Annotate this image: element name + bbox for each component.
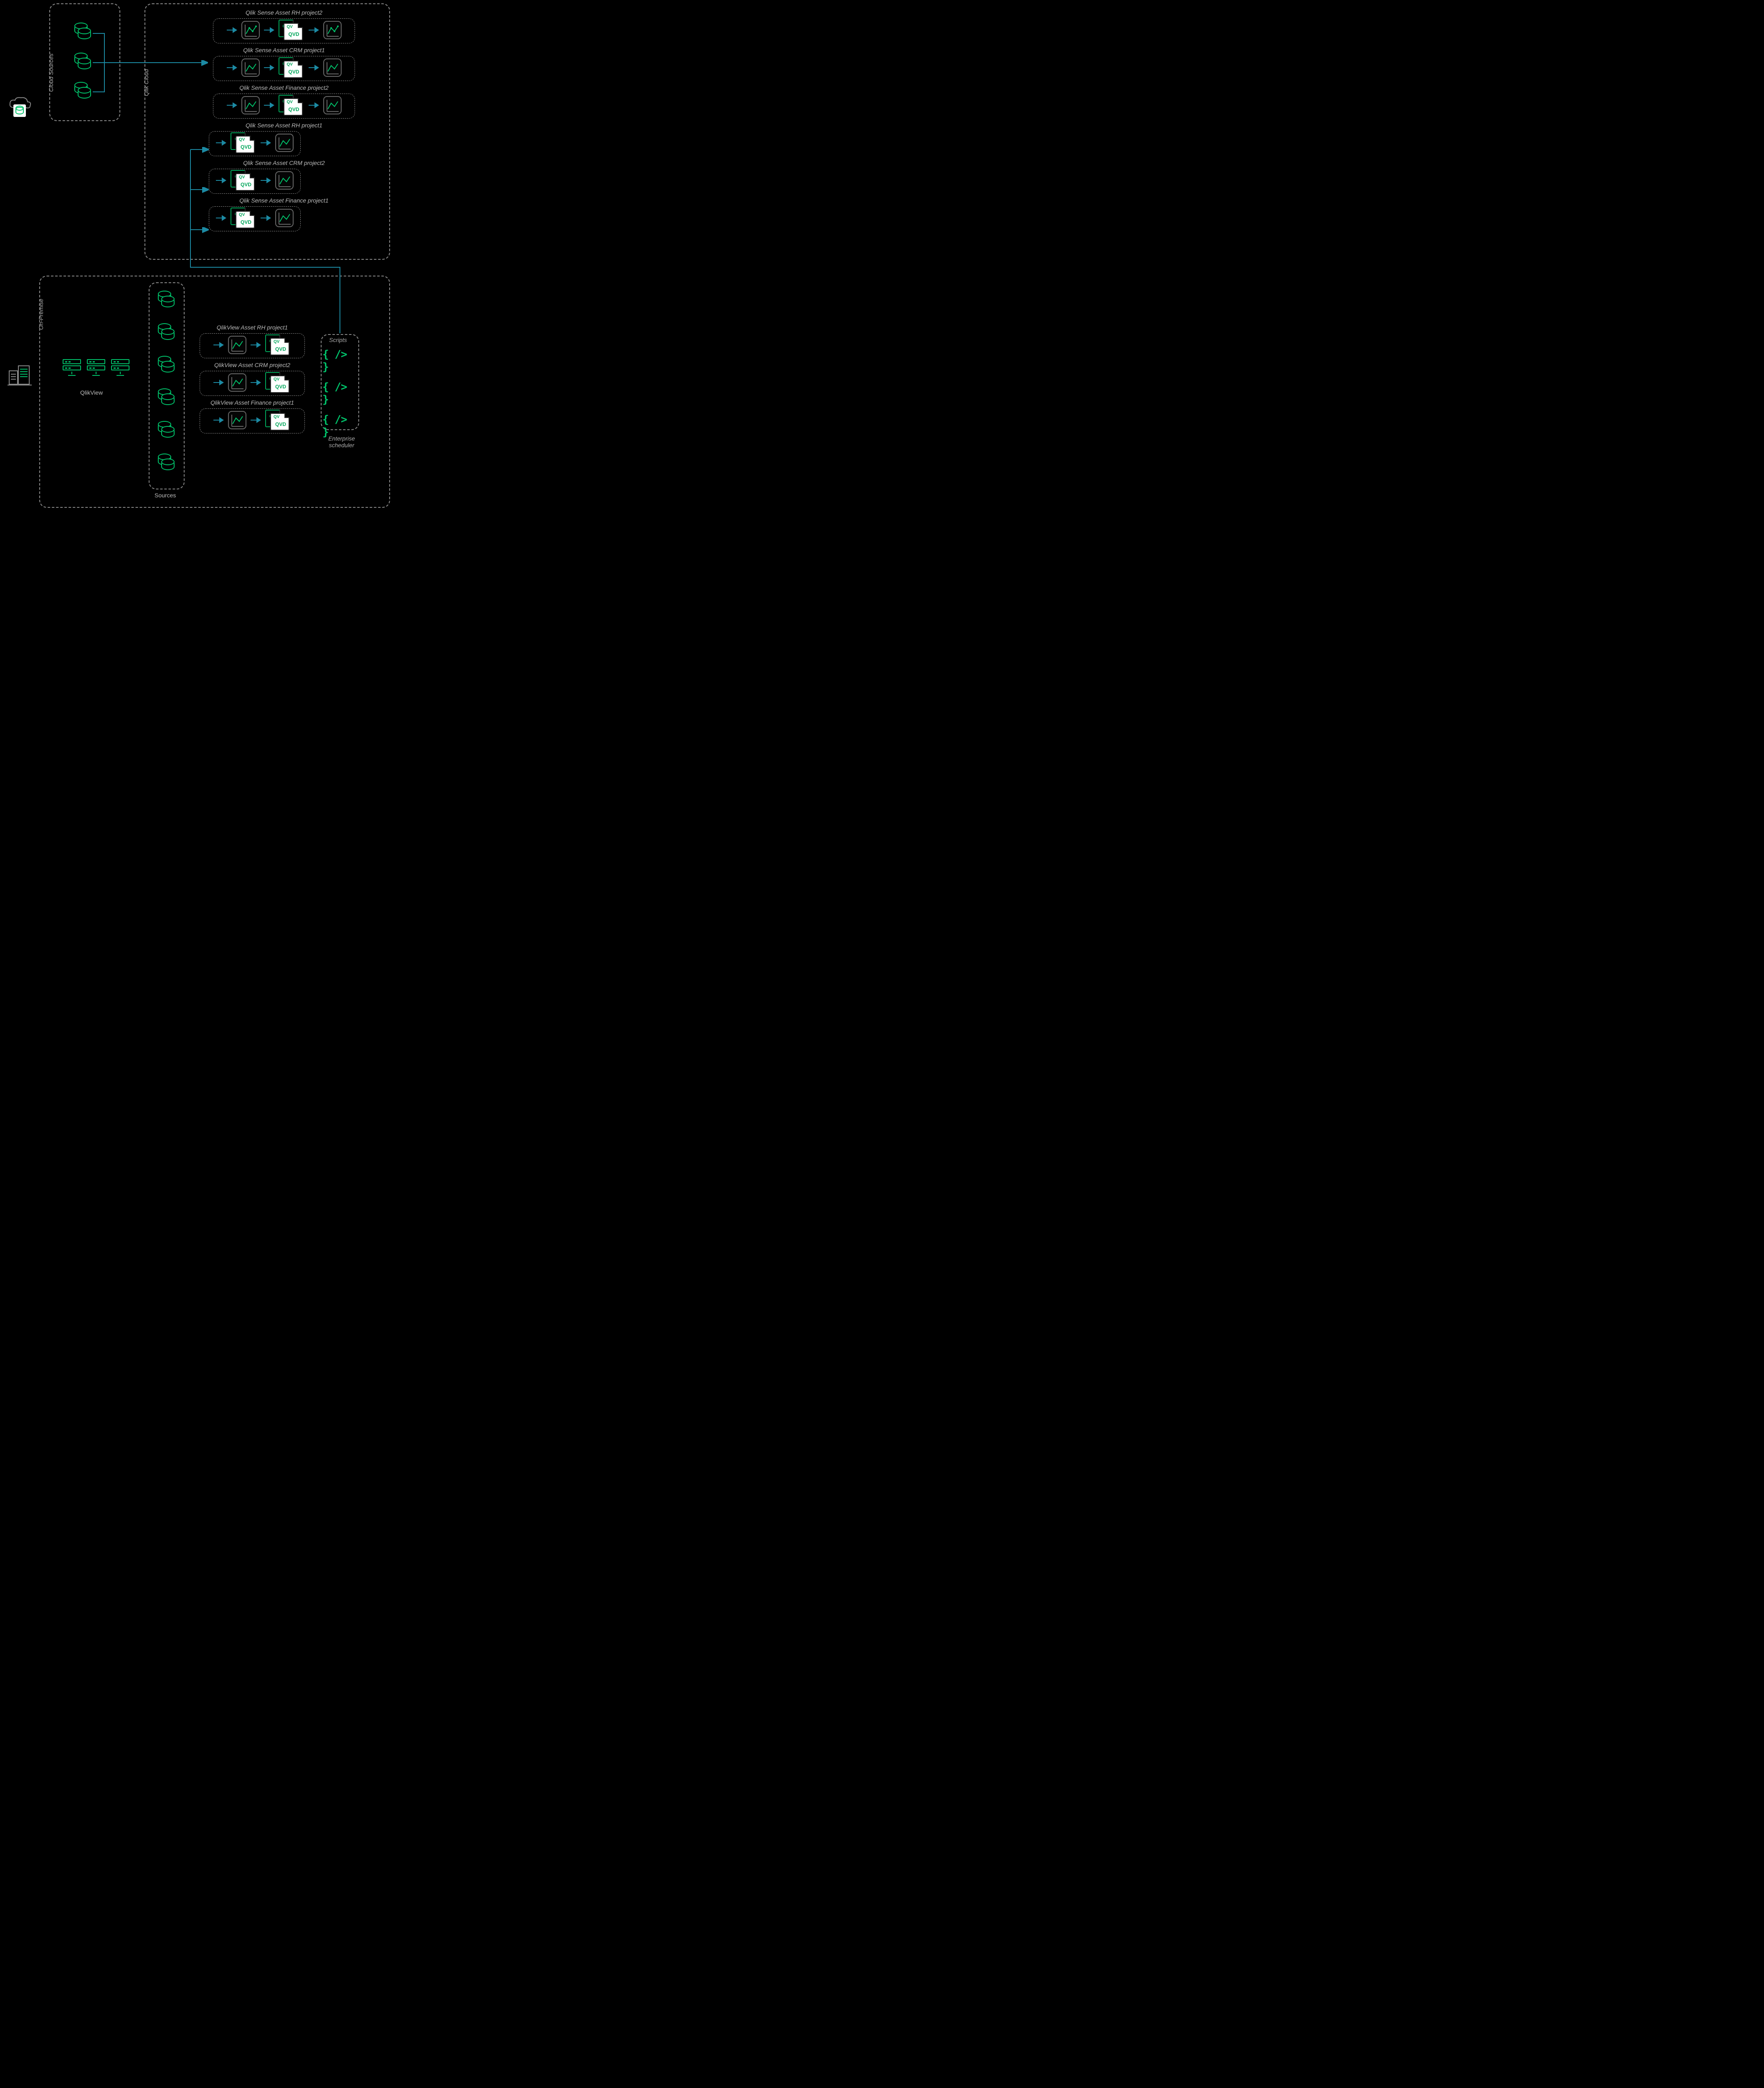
asset-title: QlikView Asset Finance project1 xyxy=(195,399,310,406)
sources-label: Sources xyxy=(155,492,176,499)
script-braces-icon: { /> } xyxy=(322,348,357,373)
database-icon xyxy=(158,390,175,406)
qlikview-asset xyxy=(200,408,305,433)
diagram-canvas: Cloud Sources Qlik Cloud Qlik Sense Asse… xyxy=(0,0,401,518)
chart-icon xyxy=(228,336,246,354)
qlik-sense-asset xyxy=(213,18,355,43)
chart-icon xyxy=(275,134,294,152)
chart-icon xyxy=(228,373,246,392)
chart-icon xyxy=(241,58,260,77)
qlikview-assets: QlikView Asset RH project1 QlikView Asse… xyxy=(195,322,310,437)
asset-title: Qlik Sense Asset Finance project2 xyxy=(196,84,372,91)
database-icon xyxy=(158,423,175,438)
asset-title: Qlik Sense Asset CRM project2 xyxy=(196,160,372,166)
qlik-sense-asset xyxy=(213,56,355,81)
qvd-file-pair-icon xyxy=(231,208,256,228)
asset-title: QlikView Asset RH project1 xyxy=(195,324,310,331)
chart-icon xyxy=(323,58,342,77)
on-premise-label: On-Premise xyxy=(38,299,44,330)
chart-icon xyxy=(241,96,260,114)
script-braces-icon: { /> } xyxy=(322,381,357,406)
database-icon xyxy=(158,292,175,308)
chart-icon xyxy=(228,411,246,429)
cloud-sources-label: Cloud Sources xyxy=(48,53,54,92)
qvd-file-pair-icon xyxy=(265,334,291,355)
cloud-database-badge-icon xyxy=(8,97,32,119)
chart-icon xyxy=(275,171,294,190)
qlikview-label: QlikView xyxy=(80,389,103,396)
qlik-sense-asset xyxy=(209,169,301,194)
chart-icon xyxy=(275,209,294,227)
database-icon xyxy=(74,54,92,70)
qlik-sense-asset xyxy=(209,131,301,156)
qlik-sense-asset xyxy=(209,206,301,231)
qvd-file-pair-icon xyxy=(265,410,291,431)
qvd-file-pair-icon xyxy=(279,57,304,78)
asset-title: Qlik Sense Asset RH project1 xyxy=(196,122,372,129)
chart-icon xyxy=(323,21,342,39)
chart-icon xyxy=(323,96,342,114)
database-icon xyxy=(74,24,92,40)
qlik-sense-asset xyxy=(213,94,355,119)
chart-icon xyxy=(241,21,260,39)
database-icon xyxy=(74,84,92,99)
buildings-icon xyxy=(8,362,32,387)
qvd-file-pair-icon xyxy=(279,95,304,116)
database-icon xyxy=(158,455,175,471)
asset-title: Qlik Sense Asset CRM project1 xyxy=(196,47,372,53)
qlikview-asset xyxy=(200,333,305,358)
asset-title: Qlik Sense Asset RH project2 xyxy=(196,9,372,16)
server-cluster xyxy=(63,359,129,378)
server-rack-icon xyxy=(87,359,105,378)
qvd-file-pair-icon xyxy=(279,20,304,41)
server-rack-icon xyxy=(63,359,81,378)
qlik-cloud-label: Qlik Cloud xyxy=(143,69,150,96)
qlikview-asset xyxy=(200,371,305,396)
database-icon xyxy=(158,357,175,373)
qvd-file-pair-icon xyxy=(265,372,291,393)
asset-title: QlikView Asset CRM project2 xyxy=(195,362,310,368)
enterprise-scheduler-label: Enterprise scheduler xyxy=(322,435,362,449)
database-icon xyxy=(158,325,175,341)
qvd-file-pair-icon xyxy=(231,132,256,153)
server-rack-icon xyxy=(111,359,129,378)
qlik-cloud-assets: Qlik Sense Asset RH project2 Qlik Sense … xyxy=(196,8,372,235)
script-braces-icon: { /> } xyxy=(322,413,357,438)
scripts-label: Scripts xyxy=(329,337,347,343)
asset-title: Qlik Sense Asset Finance project1 xyxy=(196,197,372,204)
qvd-file-pair-icon xyxy=(231,170,256,191)
